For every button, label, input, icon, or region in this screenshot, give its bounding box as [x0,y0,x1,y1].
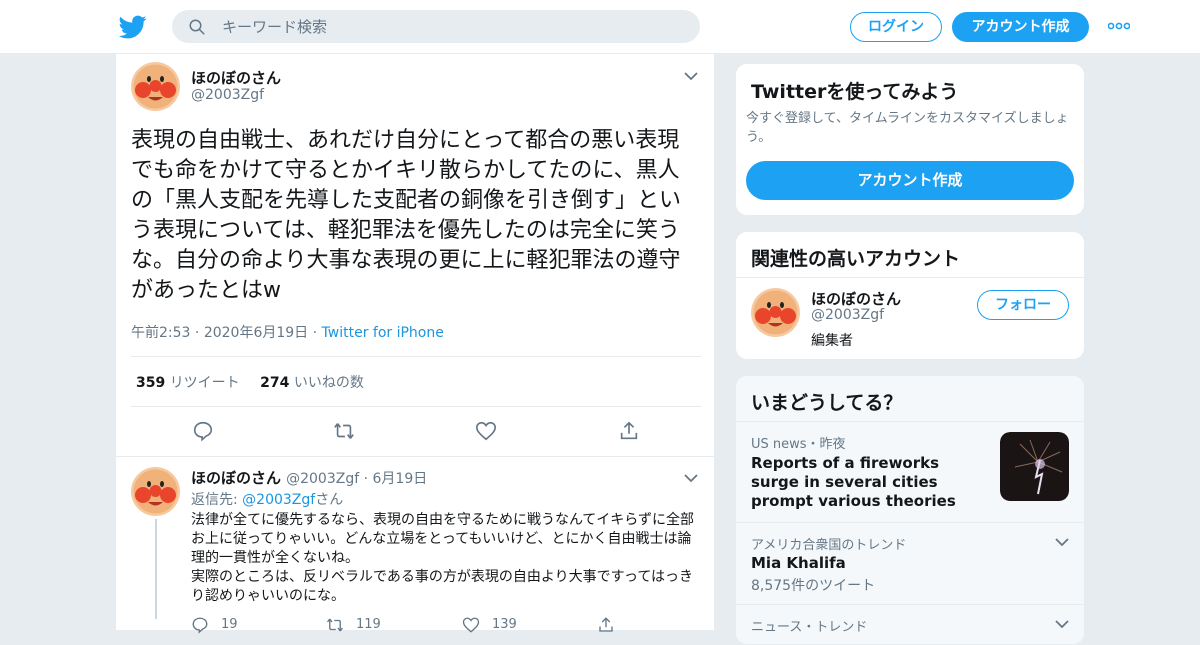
reply-action[interactable]: 19 [191,615,238,635]
related-account-bio: 編集者 [811,333,853,349]
tweet-time[interactable]: 午前2:53 [131,325,190,341]
avatar[interactable] [751,288,800,337]
trends-card: いまどうしてる？ US news・昨夜 Reports of a firewor… [735,375,1085,645]
related-accounts-card: 関連性の高いアカウント ほのぼのさん @2003Zgf 編集者 フォロー [735,231,1085,360]
anpanman-avatar-image [751,288,800,337]
retweet-stat[interactable]: 359 リツイート [136,375,240,391]
share-action[interactable] [597,615,627,635]
reply-icon [192,617,208,634]
signup-card-button[interactable]: アカウント作成 [746,161,1074,200]
divider [736,277,1084,278]
search-box[interactable] [172,10,700,43]
login-button[interactable]: ログイン [850,12,942,42]
trend-tweet-count: 8,575件のツイート [751,578,876,594]
anpanman-avatar-image [131,62,180,111]
retweet-icon[interactable] [333,420,355,442]
fireworks-news-thumbnail [1000,432,1069,501]
like-action[interactable]: 139 [462,615,517,635]
tweet-stats: 359 リツイート 274 いいねの数 [136,372,364,392]
tweet-source-link[interactable]: Twitter for iPhone [322,325,444,341]
trend-context: US news・昨夜 [751,437,846,452]
chevron-down-icon[interactable] [1055,619,1069,629]
search-icon [189,19,205,35]
replying-to-prefix: 返信先: [191,492,243,508]
chevron-down-icon[interactable] [684,473,698,483]
author-handle[interactable]: @2003Zgf [191,87,264,103]
separator-dot: · [308,325,322,341]
reply-author-handle[interactable]: @2003Zgf [286,471,359,487]
signup-card-subtitle: 今すぐ登録して、タイムラインをカスタマイズしましょう。 [746,111,1069,145]
like-heart-icon [462,617,480,633]
replying-to-suffix: さん [315,492,344,508]
retweet-label: リツイート [169,375,240,391]
reply-date[interactable]: 6月19日 [373,471,428,487]
reply-author-name[interactable]: ほのぼのさん [191,469,281,487]
anpanman-avatar-image [131,467,180,516]
tweet-date[interactable]: 2020年6月19日 [204,325,308,341]
reply-tweet[interactable]: ほのぼのさん @2003Zgf · 6月19日 返信先: @2003Zgfさん … [116,456,714,634]
signup-card-title: Twitterを使ってみよう [751,81,959,103]
reply-icon[interactable] [192,420,214,442]
avatar[interactable] [131,467,180,516]
twitter-bird-logo-icon[interactable] [119,13,147,41]
reply-text: 法律が全てに優先するなら、表現の自由を守るために戦うなんてイキらずに全部お上に従… [191,512,695,604]
chevron-down-icon[interactable] [1055,537,1069,547]
search-input[interactable] [222,10,682,43]
replying-to-handle-link[interactable]: @2003Zgf [242,492,315,508]
signup-card: Twitterを使ってみよう 今すぐ登録して、タイムラインをカスタマイズしましょ… [735,63,1085,216]
trend-title: Reports of a fireworks surge in several … [751,454,956,510]
share-icon[interactable] [618,420,640,442]
retweet-count: 359 [136,375,166,391]
retweet-action[interactable]: 119 [326,615,381,635]
like-label: いいねの数 [293,375,364,391]
trend-item[interactable]: US news・昨夜 Reports of a fireworks surge … [736,421,1084,522]
trend-context: ニュース・トレンド [751,620,868,635]
share-icon [599,616,613,632]
trends-card-title: いまどうしてる？ [751,392,903,414]
divider [131,406,701,407]
top-navigation-bar: ログイン アカウント作成 [0,0,1200,54]
trend-item[interactable]: ニュース・トレンド [736,604,1084,644]
related-account-handle[interactable]: @2003Zgf [811,307,884,323]
more-options-icon[interactable] [1108,22,1130,30]
author-name[interactable]: ほのぼのさん [191,67,281,88]
follow-button[interactable]: フォロー [977,290,1069,320]
trend-title: Mia Khalifa [751,554,846,572]
chevron-down-icon[interactable] [684,71,698,81]
thread-connector-line [155,519,157,619]
related-account-name[interactable]: ほのぼのさん [811,288,901,309]
divider [131,356,701,357]
tweet-metadata: 午前2:53 · 2020年6月19日 · Twitter for iPhone [131,322,444,342]
like-count: 274 [260,375,290,391]
separator-dot: · [359,471,373,487]
replying-to: 返信先: @2003Zgfさん [191,489,343,509]
related-card-title: 関連性の高いアカウント [751,248,961,270]
tweet-detail-column: ほのぼのさん @2003Zgf 表現の自由戦士、あれだけ自分にとって都合の悪い表… [115,54,715,634]
like-heart-icon[interactable] [475,420,497,442]
reply-header: ほのぼのさん @2003Zgf · 6月19日 [191,467,427,488]
retweet-icon [326,618,344,631]
tweet-text: 表現の自由戦士、あれだけ自分にとって都合の悪い表現でも命をかけて守るとかイキリ散… [131,128,682,303]
trend-item[interactable]: アメリカ合衆国のトレンド Mia Khalifa 8,575件のツイート [736,522,1084,604]
avatar[interactable] [131,62,180,111]
separator-dot: · [190,325,204,341]
signup-button[interactable]: アカウント作成 [952,12,1089,42]
like-stat[interactable]: 274 いいねの数 [260,375,364,391]
trend-context: アメリカ合衆国のトレンド [751,538,907,553]
